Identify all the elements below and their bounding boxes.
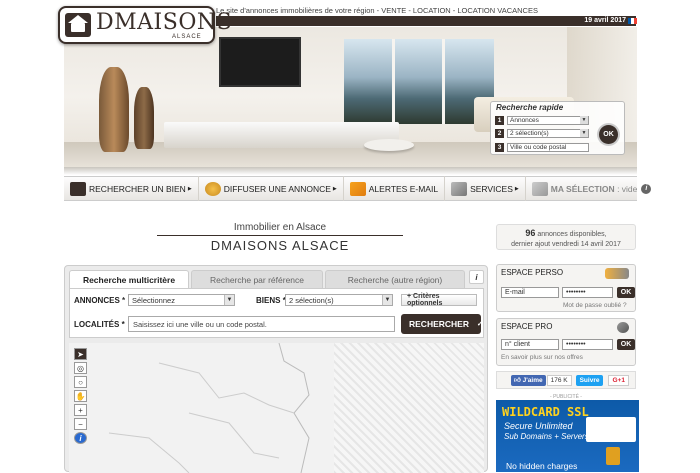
map-controls: ➤ ◎ ○ ✋ + − i bbox=[74, 348, 87, 446]
search-form: ANNONCES * Sélectionnez▼ BIENS * 2 sélec… bbox=[69, 288, 484, 338]
quick-search-city-input[interactable]: Ville ou code postal bbox=[507, 142, 589, 152]
site-tagline: Le site d'annonces immobilières de votre… bbox=[216, 6, 538, 15]
zoom-out-icon[interactable]: − bbox=[74, 418, 87, 430]
hero-window bbox=[344, 39, 494, 124]
tab-autre-region[interactable]: Recherche (autre région) bbox=[325, 270, 465, 288]
localites-label: LOCALITÉS * bbox=[74, 320, 125, 329]
quick-search-ok-button[interactable]: OK bbox=[599, 125, 618, 144]
section-title: Dmaisons alsace bbox=[210, 238, 350, 253]
ad-line: Secure Unlimited bbox=[504, 421, 573, 431]
info-icon[interactable]: i bbox=[74, 432, 87, 444]
facebook-like-button[interactable]: 👍︎ J'aime bbox=[511, 374, 546, 386]
briefcase-icon bbox=[617, 322, 629, 333]
hand-icon[interactable]: ✋ bbox=[74, 390, 87, 402]
quick-search-type-select[interactable]: Annonces ▼ bbox=[507, 115, 589, 125]
nav-rechercher[interactable]: RECHERCHER UN BIEN ▶ bbox=[64, 176, 199, 201]
main-nav: RECHERCHER UN BIEN ▶ DIFFUSER UNE ANNONCE… bbox=[64, 176, 652, 201]
espace-pro-panel: ESPACE PRO n° client •••••••• OK En savo… bbox=[496, 318, 636, 366]
forgot-password-link[interactable]: Mot de passe oublié ? bbox=[563, 302, 627, 309]
divider bbox=[157, 235, 403, 236]
ad-line: Sub Domains + Servers bbox=[504, 432, 589, 441]
tab-reference[interactable]: Recherche par référence bbox=[191, 270, 323, 288]
client-number-input[interactable]: n° client bbox=[501, 339, 559, 350]
nav-diffuser[interactable]: DIFFUSER UNE ANNONCE ▶ bbox=[199, 176, 344, 201]
localites-input[interactable]: Saisissez ici une ville ou un code posta… bbox=[128, 316, 395, 332]
login-ok-button[interactable]: OK bbox=[617, 287, 635, 298]
circle-icon[interactable]: ○ bbox=[74, 376, 87, 388]
offers-info-link[interactable]: En savoir plus sur nos offres bbox=[501, 354, 583, 361]
hand-icon bbox=[451, 181, 468, 196]
google-plus-button[interactable]: G+1 bbox=[608, 374, 629, 386]
ad-title: WILDCARD SSL bbox=[502, 405, 589, 419]
chevron-down-icon: ▼ bbox=[580, 129, 588, 137]
quick-search-box: Recherche rapide 1 Annonces ▼ 2 2 sélecti… bbox=[490, 101, 625, 155]
optional-criteria-button[interactable]: + Critères optionnels bbox=[401, 293, 477, 307]
espace-perso-panel: ESPACE PERSO E-mail •••••••• OK Mot de p… bbox=[496, 264, 636, 312]
thumbs-up-icon: 👍︎ bbox=[514, 377, 521, 384]
annonces-select[interactable]: Sélectionnez ▼ bbox=[128, 294, 235, 306]
search-panel: Recherche multicritère Recherche par réf… bbox=[64, 265, 488, 473]
quick-search-row: 3 Ville ou code postal bbox=[495, 142, 589, 152]
cursor-icon[interactable]: ➤ bbox=[74, 348, 87, 360]
house-logo-icon bbox=[65, 13, 91, 37]
search-button[interactable]: RECHERCHER ✓ bbox=[401, 314, 483, 334]
zoom-in-icon[interactable]: + bbox=[74, 404, 87, 416]
quick-search-property-select[interactable]: 2 sélection(s) ▼ bbox=[507, 128, 589, 138]
nav-services[interactable]: SERVICES ▶ bbox=[445, 176, 526, 201]
site-logo[interactable]: DMAISONS ALSACE bbox=[58, 6, 232, 44]
search-tabs: Recherche multicritère Recherche par réf… bbox=[69, 270, 467, 288]
chevron-down-icon: ▼ bbox=[580, 116, 588, 124]
map-borders bbox=[108, 343, 310, 473]
ad-line: No hidden charges bbox=[506, 461, 578, 471]
hero-vase bbox=[134, 87, 154, 149]
facebook-like-count: 176 K bbox=[546, 374, 572, 386]
info-icon[interactable]: i bbox=[641, 183, 652, 194]
hero-tv bbox=[219, 37, 301, 87]
advertisement-banner[interactable]: WILDCARD SSL Secure Unlimited Sub Domain… bbox=[496, 400, 639, 472]
info-icon[interactable]: i bbox=[469, 270, 484, 284]
logo-text: DMAISONS bbox=[96, 10, 233, 35]
biens-label: BIENS * bbox=[256, 296, 286, 305]
email-input[interactable]: E-mail bbox=[501, 287, 559, 298]
region-map[interactable]: ➤ ◎ ○ ✋ + − i bbox=[69, 343, 484, 473]
social-bar: 👍︎ J'aime 176 K Suivre G+1 bbox=[496, 371, 636, 389]
french-flag-icon[interactable] bbox=[628, 18, 637, 24]
tab-multicritere[interactable]: Recherche multicritère bbox=[69, 270, 189, 288]
espace-perso-title: ESPACE PERSO bbox=[501, 268, 564, 277]
section-subtitle: Immobilier en Alsace bbox=[233, 222, 327, 233]
check-icon: ✓ bbox=[476, 321, 483, 328]
quick-search-title: Recherche rapide bbox=[496, 103, 564, 112]
nav-alertes[interactable]: ALERTES E-MAIL bbox=[344, 176, 446, 201]
current-date: 19 avril 2017 bbox=[584, 17, 626, 24]
logo-subtitle: ALSACE bbox=[172, 34, 202, 40]
quick-search-row: 2 2 sélection(s) ▼ bbox=[495, 128, 589, 138]
pro-login-ok-button[interactable]: OK bbox=[617, 339, 635, 350]
hero-table bbox=[364, 139, 414, 151]
pro-password-input[interactable]: •••••••• bbox=[562, 339, 613, 350]
chevron-down-icon: ▼ bbox=[382, 295, 392, 305]
twitter-follow-button[interactable]: Suivre bbox=[575, 374, 604, 386]
house-icon bbox=[70, 181, 86, 196]
secure-site-badge bbox=[586, 417, 636, 442]
selection-icon bbox=[531, 181, 548, 196]
user-icon bbox=[605, 268, 629, 279]
nav-ma-selection[interactable]: MA SÉLECTION : vide i bbox=[526, 176, 658, 201]
date-bar bbox=[216, 16, 636, 26]
megaphone-icon bbox=[204, 181, 221, 196]
chevron-down-icon: ▼ bbox=[224, 295, 234, 305]
password-input[interactable]: •••••••• bbox=[562, 287, 613, 298]
hero-vase bbox=[99, 67, 129, 152]
espace-pro-title: ESPACE PRO bbox=[501, 322, 553, 331]
lock-icon bbox=[606, 447, 620, 465]
target-icon[interactable]: ◎ bbox=[74, 362, 87, 374]
envelope-icon bbox=[349, 181, 366, 196]
listing-counter: 96 annonces disponibles, dernier ajout v… bbox=[496, 224, 636, 250]
quick-search-row: 1 Annonces ▼ bbox=[495, 115, 589, 125]
biens-select[interactable]: 2 sélection(s) ▼ bbox=[285, 294, 393, 306]
annonces-label: ANNONCES * bbox=[74, 296, 126, 305]
